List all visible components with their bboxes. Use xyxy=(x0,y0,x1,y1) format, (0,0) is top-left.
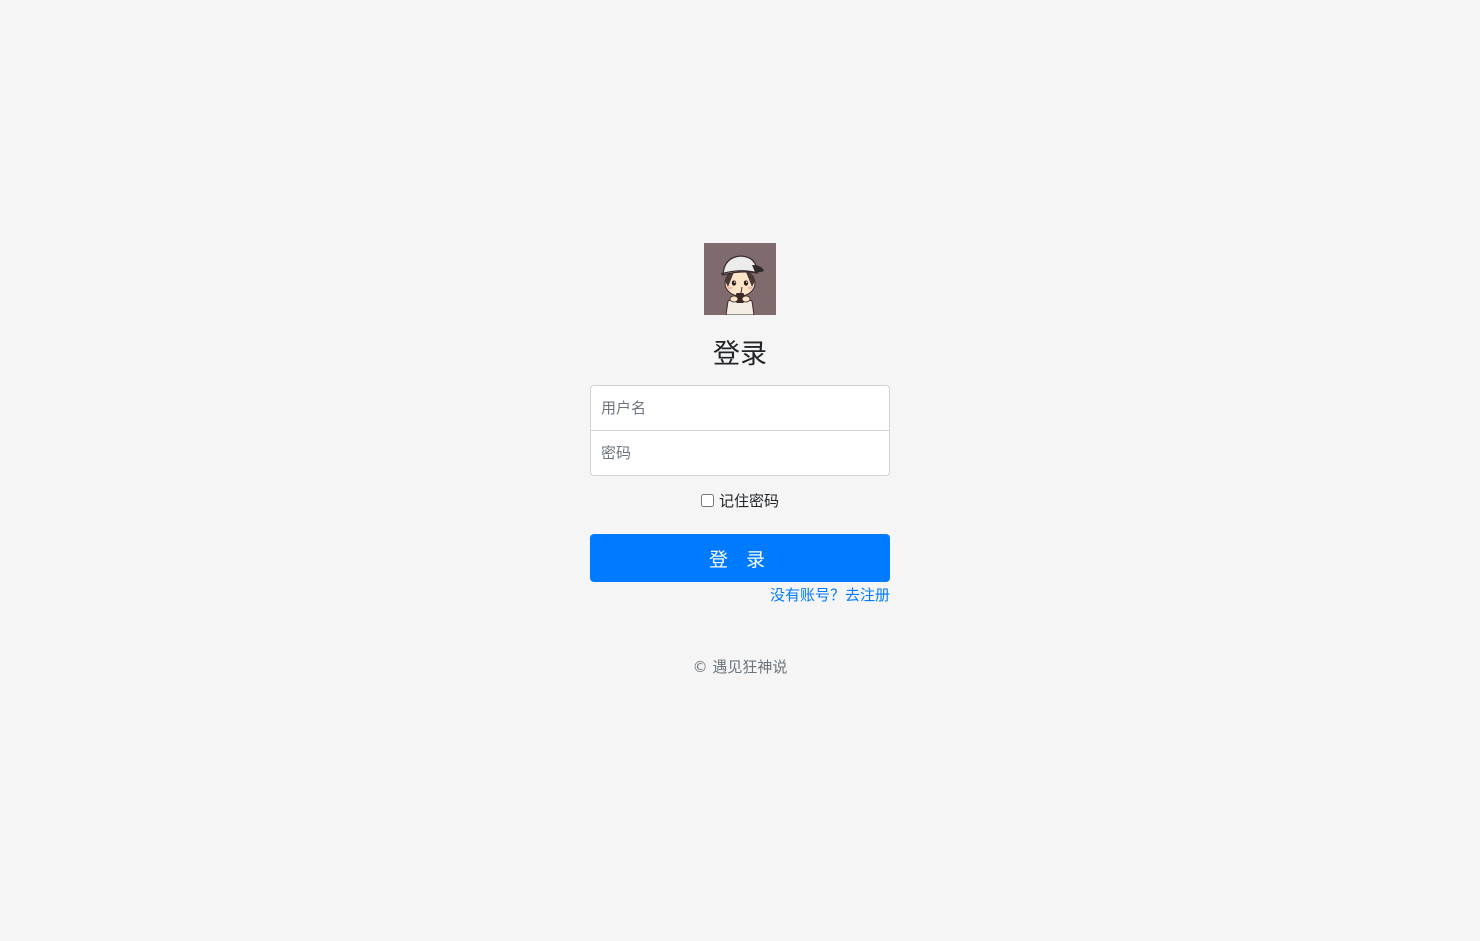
remember-password-label: 记住密码 xyxy=(718,491,779,510)
remember-password[interactable]: 记住密码 xyxy=(590,490,890,510)
remember-password-checkbox[interactable] xyxy=(700,493,714,507)
page-title: 登录 xyxy=(713,339,767,370)
register-link[interactable]: 没有账号？去注册 xyxy=(590,585,890,605)
login-button[interactable]: 登 录 xyxy=(590,534,890,582)
login-form: 登录 记住密码 登 录 没有账号？去注册 © 遇见狂神说 xyxy=(590,243,890,692)
avatar xyxy=(704,243,776,315)
username-input[interactable] xyxy=(590,385,890,431)
password-input[interactable] xyxy=(590,430,890,476)
cartoon-avatar-icon xyxy=(704,243,776,315)
footer-copyright: © 遇见狂神说 xyxy=(692,658,788,676)
